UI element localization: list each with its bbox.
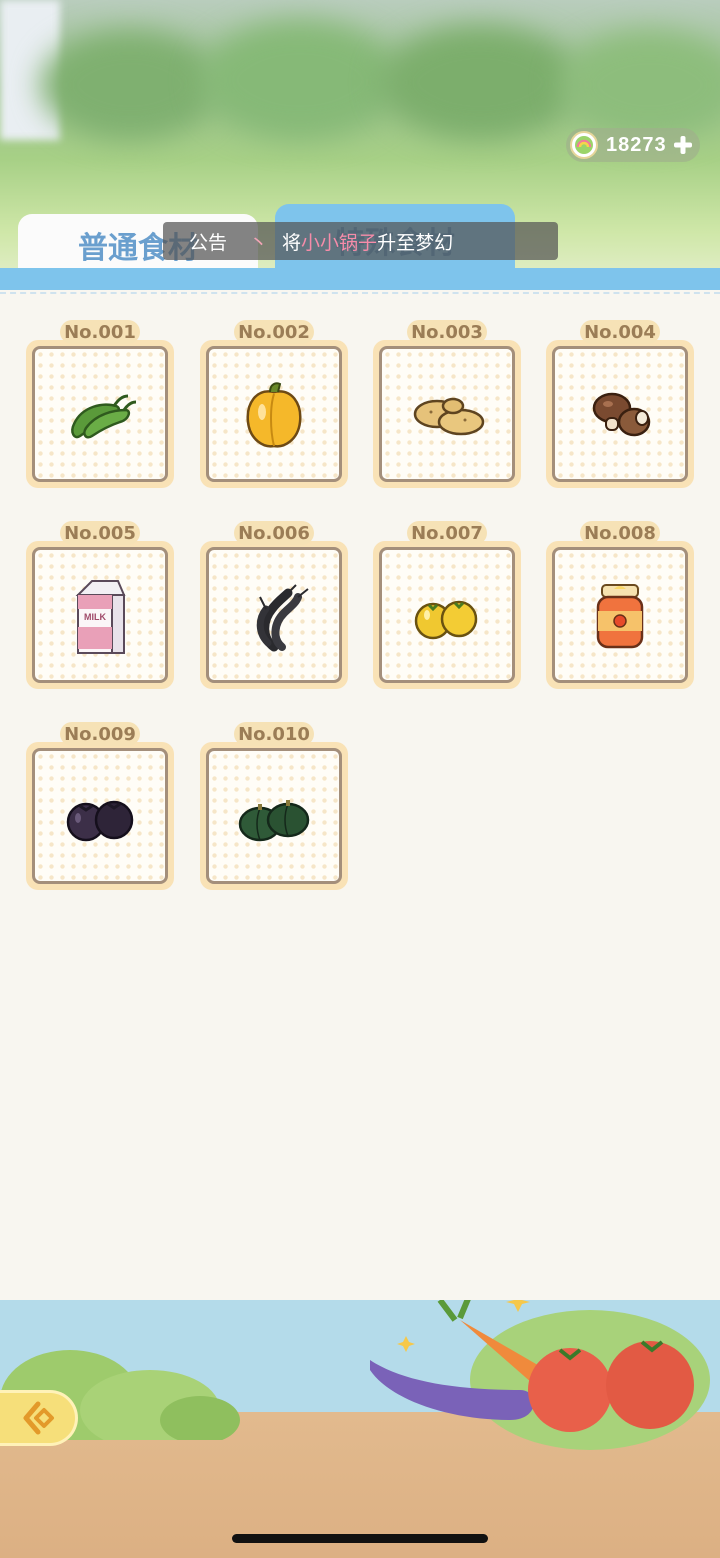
ingredient-slot — [206, 547, 342, 683]
ingredient-slot — [32, 748, 168, 884]
background-foliage — [560, 30, 720, 140]
ingredient-number: No.010 — [234, 722, 314, 746]
ingredient-card[interactable]: No.007 — [373, 521, 521, 689]
ingredient-card[interactable]: No.008 — [546, 521, 694, 689]
ingredient-frame — [200, 742, 348, 890]
ingredient-card[interactable]: No.003 — [373, 320, 521, 488]
ingredient-frame — [373, 541, 521, 689]
ingredient-number: No.009 — [60, 722, 140, 746]
ingredient-frame — [373, 340, 521, 488]
ingredient-number: No.003 — [407, 320, 487, 344]
ingredient-card[interactable]: MILK No.005 — [26, 521, 174, 689]
ingredient-card[interactable]: No.010 — [200, 722, 348, 890]
ingredient-number: No.005 — [60, 521, 140, 545]
back-button[interactable] — [0, 1390, 78, 1446]
currency-amount: 18273 — [606, 133, 667, 156]
pumpkin-icon — [238, 800, 310, 842]
ingredient-frame — [26, 742, 174, 890]
ingredient-frame: MILK — [26, 541, 174, 689]
ingredient-slot: MILK — [32, 547, 168, 683]
jam-jar-icon — [596, 584, 644, 649]
announcement-separator: 丶 — [249, 231, 269, 254]
yellow-tomato-icon — [414, 600, 478, 640]
ingredient-number: No.007 — [407, 521, 487, 545]
back-arrow-icon — [23, 1401, 54, 1435]
ingredient-slot — [379, 547, 515, 683]
ingredient-frame — [200, 340, 348, 488]
tab-underline-bar — [0, 268, 720, 290]
potato-icon — [413, 397, 485, 436]
ingredient-frame — [546, 541, 694, 689]
background-foliage — [380, 25, 580, 140]
announcement-prefix: 将 — [282, 231, 302, 254]
announcement-highlight: 小小锅子 — [301, 231, 378, 254]
rainbow-coin-icon — [570, 131, 598, 159]
ingredient-card[interactable]: No.006 — [200, 521, 348, 689]
eggplant-icon — [66, 800, 134, 842]
currency-display[interactable]: 18273 — [566, 128, 700, 162]
ingredient-card[interactable]: No.002 — [200, 320, 348, 488]
ingredient-frame — [26, 340, 174, 488]
announcement-label: 公告 — [189, 231, 228, 254]
ingredient-slot — [206, 346, 342, 482]
green-pepper-icon — [71, 394, 137, 439]
ingredient-slot — [552, 547, 688, 683]
home-indicator[interactable] — [232, 1534, 488, 1543]
ingredient-number: No.006 — [234, 521, 314, 545]
ingredient-number: No.001 — [60, 320, 140, 344]
shrimp-icon — [256, 584, 309, 652]
background-foliage — [200, 20, 400, 140]
ingredient-number: No.004 — [580, 320, 660, 344]
vegetable-pile-decor — [370, 1300, 710, 1450]
ingredient-number: No.002 — [234, 320, 314, 344]
announcement-banner: 公告 丶 将 小小锅子 升至梦幻 — [163, 222, 558, 260]
milk-label: MILK — [84, 612, 106, 622]
mushroom-icon — [592, 392, 651, 437]
ingredient-card[interactable]: No.009 — [26, 722, 174, 890]
ingredient-slot — [379, 346, 515, 482]
ingredient-number: No.008 — [580, 521, 660, 545]
yellow-bell-pepper-icon — [246, 382, 302, 448]
milk-carton-icon: MILK — [75, 580, 126, 654]
announcement-suffix: 升至梦幻 — [377, 231, 454, 254]
bottom-scenery — [0, 1300, 720, 1558]
ingredient-slot — [32, 346, 168, 482]
plus-icon[interactable] — [672, 134, 694, 156]
ingredient-frame — [200, 541, 348, 689]
ingredient-slot — [206, 748, 342, 884]
panel-top-divider — [0, 292, 720, 294]
ingredient-frame — [546, 340, 694, 488]
ingredient-card[interactable]: No.001 — [26, 320, 174, 488]
background-foliage — [40, 30, 220, 140]
ingredient-card[interactable]: No.004 — [546, 320, 694, 488]
ingredient-slot — [552, 346, 688, 482]
